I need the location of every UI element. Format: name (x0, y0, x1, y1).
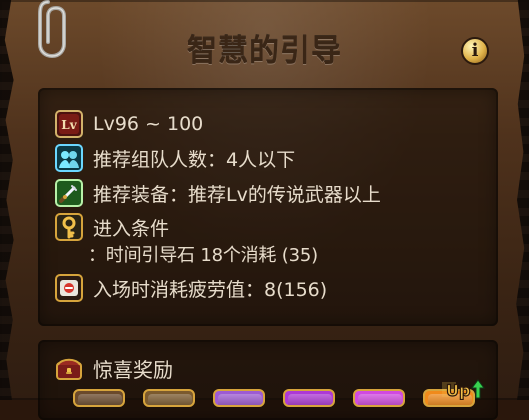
reward-slot-4[interactable] (283, 389, 335, 407)
party-members-icon (55, 144, 83, 172)
entry-detail-row: ：时间引导石 18个消耗 (35) (88, 239, 318, 269)
treasure-chest-icon (55, 355, 83, 383)
reward-slot-inner (288, 394, 332, 405)
reward-slot-1[interactable] (73, 389, 125, 407)
level-icon-text: Lv (61, 118, 77, 132)
entry-detail-text: ：时间引导石 18个消耗 (35) (88, 245, 318, 266)
fatigue-icon (55, 274, 83, 302)
reward-title: 惊喜奖励 (93, 358, 173, 382)
reward-slot-inner (148, 394, 192, 405)
party-text: 推荐组队人数：4人以下 (93, 148, 296, 171)
requirement-equipment-row: 推荐装备：推荐Lv的传说武器以上 (55, 178, 381, 208)
reward-slot-inner (428, 394, 472, 405)
reward-slot-inner (218, 394, 262, 405)
requirement-entry-row: 进入条件 (55, 212, 169, 242)
level-text: Lv96 ~ 100 (93, 113, 204, 135)
entry-label: 进入条件 (93, 217, 170, 240)
info-icon[interactable]: i (461, 37, 489, 65)
reward-slot-inner (78, 394, 122, 405)
reward-slot-5[interactable] (353, 389, 405, 407)
fatigue-text: 入场时消耗疲劳值：8(156) (93, 278, 328, 301)
key-icon (55, 213, 83, 241)
requirement-party-row: 推荐组队人数：4人以下 (55, 143, 295, 173)
reward-header: 惊喜奖励 (55, 354, 173, 383)
requirement-fatigue-row: 入场时消耗疲劳值：8(156) (55, 273, 327, 303)
reward-slot-2[interactable] (143, 389, 195, 407)
equipment-text: 推荐装备：推荐Lv的传说武器以上 (93, 183, 381, 206)
reward-slot-3[interactable] (213, 389, 265, 407)
sword-icon (55, 179, 83, 207)
level-lv-icon: Lv (55, 110, 83, 138)
panel-title: 智慧的引导 (187, 34, 342, 69)
reward-slot-6[interactable] (423, 389, 475, 407)
requirement-level-row: Lv Lv96 ~ 100 (55, 109, 203, 139)
reward-slot-inner (358, 394, 402, 405)
